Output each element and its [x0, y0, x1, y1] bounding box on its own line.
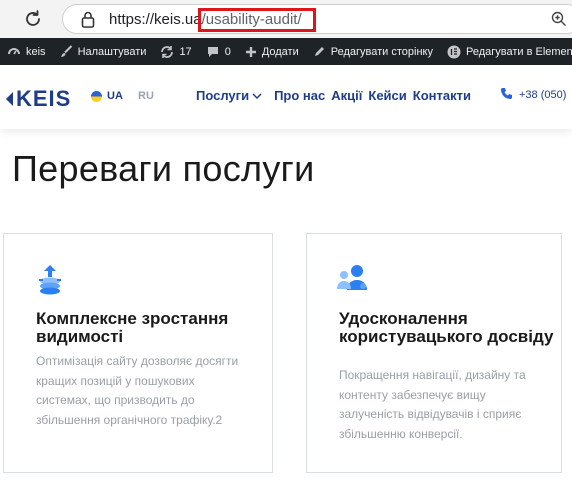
lang-ru-link[interactable]: RU — [138, 90, 154, 102]
admin-comments-link[interactable]: 0 — [199, 38, 238, 65]
header-phone[interactable]: +38 (050) — [500, 87, 566, 103]
wp-admin-bar: keis Налаштувати 17 0 Додати Редагувати … — [0, 38, 572, 65]
admin-site-link[interactable]: keis — [0, 38, 53, 65]
language-switcher: UA RU — [91, 90, 154, 102]
site-header: KEIS UA RU Послуги Про нас Акції Кейси К… — [0, 65, 572, 129]
nav-services[interactable]: Послуги — [196, 88, 262, 103]
card-text: Оптимізація сайту дозволяє досягти кращи… — [36, 354, 239, 427]
admin-elementor-label: Редагувати в Elementor — [465, 45, 572, 58]
pencil-icon — [313, 45, 326, 58]
nav-cases[interactable]: Кейси — [368, 88, 406, 103]
admin-site-name: keis — [26, 45, 46, 58]
users-icon — [337, 264, 369, 299]
admin-updates-link[interactable]: 17 — [153, 38, 198, 65]
nav-promotions[interactable]: Акції — [331, 88, 362, 103]
nav-contacts[interactable]: Контакти — [413, 88, 471, 103]
card-text: Покращення навігації, дизайну та контент… — [339, 368, 526, 441]
admin-customize-link[interactable]: Налаштувати — [53, 38, 154, 65]
admin-new-label: Додати — [261, 45, 299, 58]
nav-services-label: Послуги — [196, 88, 250, 103]
admin-new-link[interactable]: Додати — [238, 38, 306, 65]
phone-icon — [500, 87, 513, 103]
ukraine-flag-icon[interactable] — [91, 90, 102, 102]
site-logo[interactable]: KEIS — [6, 86, 71, 112]
admin-updates-count: 17 — [179, 45, 192, 58]
benefit-card: Комплексне зростання видимості Оптимізац… — [3, 233, 273, 473]
logo-mark-icon — [6, 92, 13, 106]
admin-comments-count: 0 — [224, 45, 231, 58]
elementor-icon — [447, 45, 461, 59]
url-highlight-box — [198, 8, 316, 32]
phone-number: +38 (050) — [519, 89, 567, 101]
url-base: https://keis.ua — [109, 11, 202, 28]
reload-icon[interactable] — [20, 6, 46, 32]
address-bar[interactable]: https://keis.ua/usability-audit/ — [62, 4, 572, 34]
lock-icon[interactable] — [81, 11, 95, 33]
plus-icon — [245, 46, 257, 58]
zoom-icon[interactable] — [551, 11, 567, 32]
admin-customize-label: Налаштувати — [77, 45, 147, 58]
admin-elementor-link[interactable]: Редагувати в Elementor — [440, 38, 572, 65]
brush-icon — [60, 45, 73, 58]
benefit-card: Удосконалення користувацького досвіду По… — [306, 233, 562, 473]
nav-about[interactable]: Про нас — [274, 88, 325, 103]
lang-ua-link[interactable]: UA — [107, 90, 123, 102]
logo-text: KEIS — [16, 86, 72, 111]
chevron-down-icon — [252, 88, 262, 103]
admin-edit-page-link[interactable]: Редагувати сторінку — [306, 38, 440, 65]
updates-icon — [160, 45, 174, 59]
card-title: Удосконалення користувацького досвіду — [339, 309, 554, 346]
dashboard-icon — [7, 45, 21, 59]
page-title: Переваги послуги — [12, 148, 315, 189]
growth-stack-icon — [34, 264, 66, 303]
card-title: Комплексне зростання видимості — [36, 309, 229, 346]
admin-edit-page-label: Редагувати сторінку — [330, 45, 433, 58]
browser-toolbar: https://keis.ua/usability-audit/ — [0, 0, 572, 38]
main-nav: Послуги Про нас Акції Кейси Контакти — [196, 88, 471, 103]
comment-icon — [206, 45, 220, 59]
